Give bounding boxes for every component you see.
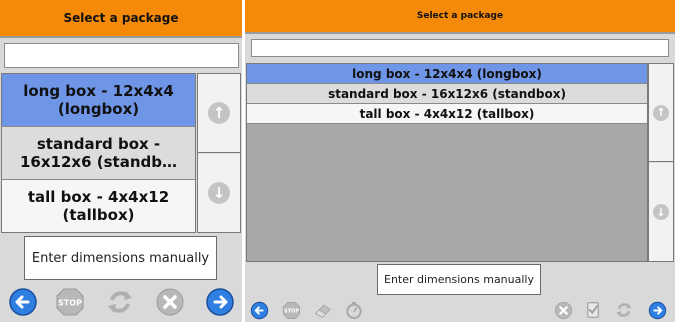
scroll-up-button[interactable]: ↑ [198, 74, 240, 153]
refresh-icon[interactable] [104, 286, 136, 318]
package-item-longbox[interactable]: long box - 12x4x4 (longbox) [2, 74, 195, 127]
list-scrollbar: ↑ ↓ [648, 63, 674, 262]
checklist-icon[interactable] [583, 300, 603, 320]
svg-text:STOP: STOP [283, 308, 298, 314]
arrow-down-icon: ↓ [653, 204, 669, 220]
package-list: long box - 12x4x4 (longbox) standard box… [1, 73, 196, 233]
forward-icon[interactable] [204, 286, 236, 318]
arrow-up-icon: ↑ [208, 102, 230, 124]
arrow-down-icon: ↓ [208, 182, 230, 204]
bottom-toolbar: STOP [0, 282, 242, 322]
list-scrollbar: ↑ ↓ [197, 73, 241, 233]
stop-icon[interactable]: STOP [54, 286, 86, 318]
search-input[interactable] [4, 43, 239, 68]
back-icon[interactable] [249, 300, 269, 320]
cancel-icon[interactable] [553, 300, 573, 320]
dialog-title: Select a package [0, 0, 242, 38]
package-list: long box - 12x4x4 (longbox) standard box… [246, 63, 648, 262]
enter-dimensions-button[interactable]: Enter dimensions manually [377, 264, 541, 295]
package-dialog-portrait: Select a package long box - 12x4x4 (long… [0, 0, 242, 322]
timer-icon[interactable] [344, 300, 364, 320]
dialog-title: Select a package [245, 0, 675, 34]
search-input[interactable] [251, 39, 669, 57]
scroll-down-button[interactable]: ↓ [649, 163, 673, 261]
package-item-tallbox[interactable]: tall box - 4x4x12 (tallbox) [2, 180, 195, 232]
package-item-standbox[interactable]: standard box - 16x12x6 (standbox) [247, 84, 647, 104]
forward-icon[interactable] [647, 300, 667, 320]
scroll-up-button[interactable]: ↑ [649, 64, 673, 162]
enter-dimensions-button[interactable]: Enter dimensions manually [24, 236, 217, 280]
package-item-longbox[interactable]: long box - 12x4x4 (longbox) [247, 64, 647, 84]
arrow-up-icon: ↑ [653, 104, 669, 121]
cancel-icon[interactable] [154, 286, 186, 318]
eraser-icon[interactable] [313, 300, 333, 320]
scroll-down-button[interactable]: ↓ [198, 154, 240, 232]
stop-icon[interactable]: STOP [281, 300, 301, 320]
package-item-standbox[interactable]: standard box - 16x12x6 (standb… [2, 127, 195, 180]
back-icon[interactable] [7, 286, 39, 318]
svg-text:STOP: STOP [58, 299, 82, 308]
refresh-icon[interactable] [614, 300, 634, 320]
package-dialog-landscape: Select a package long box - 12x4x4 (long… [245, 0, 675, 322]
bottom-toolbar: STOP [245, 296, 675, 322]
package-item-tallbox[interactable]: tall box - 4x4x12 (tallbox) [247, 104, 647, 124]
